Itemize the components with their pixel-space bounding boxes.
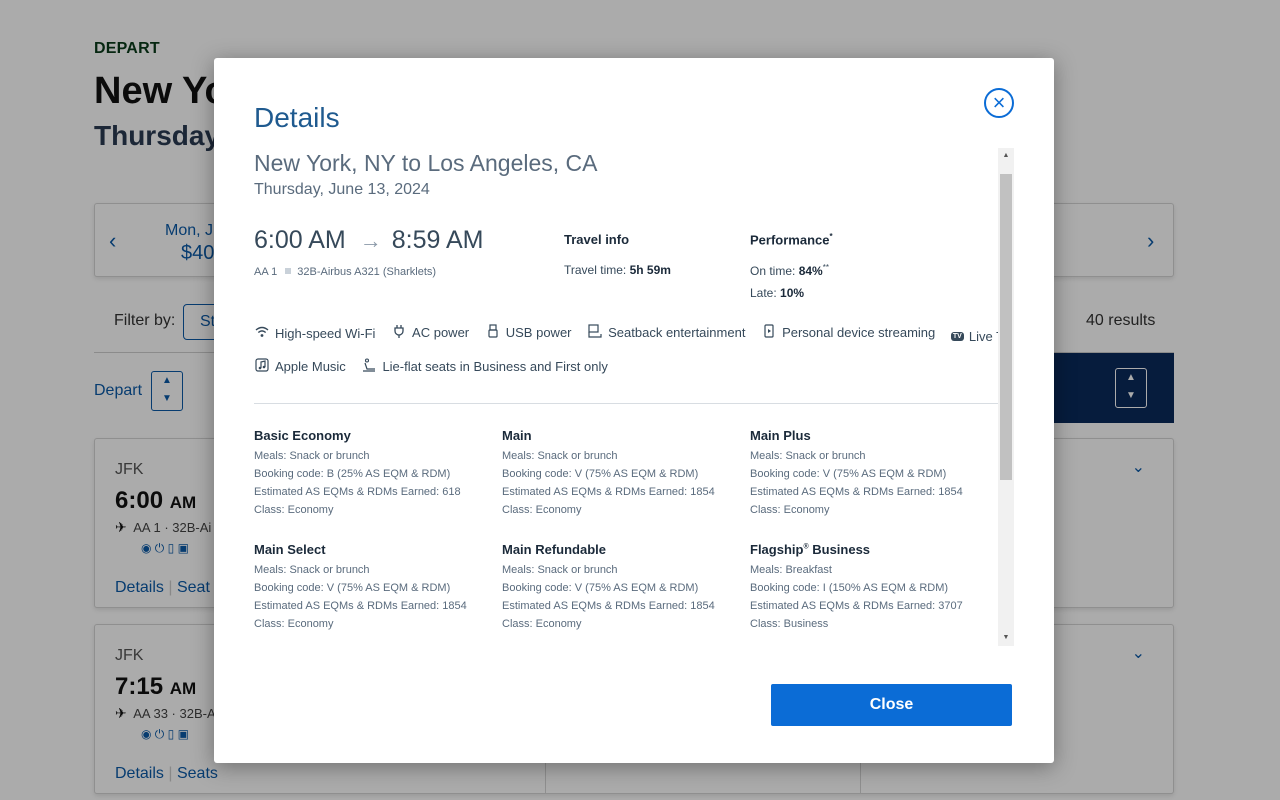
fare-class: Class: Economy bbox=[254, 618, 334, 630]
modal-title: Details bbox=[254, 102, 340, 133]
fare-booking-code: Booking code: I (150% AS EQM & RDM) bbox=[750, 582, 949, 594]
flight-meta: AA 1 32B-Airbus A321 (Sharklets) bbox=[254, 266, 436, 278]
scroll-up-arrow-icon[interactable]: ▲ bbox=[998, 148, 1014, 164]
scroll-down-arrow-icon[interactable]: ▼ bbox=[998, 630, 1014, 646]
fare-meals: Meals: Snack or brunch bbox=[750, 450, 866, 462]
fare-name: Main Select bbox=[254, 542, 326, 557]
fare-earned: Estimated AS EQMs & RDMs Earned: 1854 bbox=[254, 600, 467, 612]
fare-name: Main Refundable bbox=[502, 542, 607, 557]
travel-info: Travel info Travel time: 5h 59m bbox=[564, 232, 671, 285]
fare-earned: Estimated AS EQMs & RDMs Earned: 3707 bbox=[750, 600, 963, 612]
fare-earned: Estimated AS EQMs & RDMs Earned: 1854 bbox=[502, 486, 715, 498]
fare-booking-code: Booking code: V (75% AS EQM & RDM) bbox=[254, 582, 451, 594]
usb-power-icon bbox=[485, 324, 501, 341]
fare-booking-code: Booking code: V (75% AS EQM & RDM) bbox=[502, 582, 699, 594]
seatback-entertainment-icon bbox=[587, 324, 603, 341]
fare-class: Class: Economy bbox=[750, 504, 830, 516]
amenity-wifi: High-speed Wi-Fi bbox=[254, 326, 375, 341]
ac-power-icon bbox=[391, 324, 407, 341]
arrow-right-icon: → bbox=[359, 228, 382, 253]
fare-name: Main Plus bbox=[750, 428, 811, 443]
performance-heading: Performance* bbox=[750, 232, 833, 248]
fare-class: Class: Economy bbox=[502, 618, 582, 630]
close-button[interactable]: Close bbox=[771, 684, 1012, 726]
fare-meals: Meals: Snack or brunch bbox=[254, 564, 370, 576]
fare-meals: Meals: Snack or brunch bbox=[502, 564, 618, 576]
amenity-usb-power: USB power bbox=[485, 324, 572, 341]
fare-meals: Meals: Snack or brunch bbox=[502, 450, 618, 462]
travel-time: Travel time: 5h 59m bbox=[564, 263, 671, 277]
fare-main-select: Main Select Meals: Snack or brunch Booki… bbox=[254, 542, 494, 633]
scrollbar[interactable]: ▲ ▼ bbox=[998, 148, 1014, 646]
wifi-icon bbox=[254, 326, 270, 341]
fare-class: Class: Economy bbox=[502, 504, 582, 516]
fare-booking-code: Booking code: V (75% AS EQM & RDM) bbox=[502, 468, 699, 480]
amenities-row: Apple Music Lie-flat seats in Business a… bbox=[254, 358, 998, 375]
fare-meals: Meals: Snack or brunch bbox=[254, 450, 370, 462]
fare-main-refundable: Main Refundable Meals: Snack or brunch B… bbox=[502, 542, 742, 633]
fare-class: Class: Business bbox=[750, 618, 829, 630]
scrollbar-thumb[interactable] bbox=[1000, 174, 1012, 480]
fare-name: Basic Economy bbox=[254, 428, 351, 443]
travel-info-heading: Travel info bbox=[564, 232, 630, 247]
separator-square bbox=[285, 268, 292, 274]
amenity-ac-power: AC power bbox=[391, 324, 469, 341]
trip-route: New York, NY to Los Angeles, CA bbox=[254, 150, 598, 176]
amenity-lie-flat: Lie-flat seats in Business and First onl… bbox=[361, 358, 608, 375]
late-stat: Late: 10% bbox=[750, 286, 805, 301]
fare-earned: Estimated AS EQMs & RDMs Earned: 618 bbox=[254, 486, 461, 498]
details-modal: Details × New York, NY to Los Angeles, C… bbox=[214, 58, 1054, 763]
departure-time: 6:00 AM bbox=[254, 226, 346, 254]
flight-times: 6:00 AM → 8:59 AM bbox=[254, 226, 483, 255]
apple-music-icon bbox=[254, 358, 270, 375]
fare-booking-code: Booking code: V (75% AS EQM & RDM) bbox=[750, 468, 947, 480]
amenity-streaming: Personal device streaming bbox=[761, 324, 935, 341]
fare-meals: Meals: Breakfast bbox=[750, 564, 832, 576]
fare-booking-code: Booking code: B (25% AS EQM & RDM) bbox=[254, 468, 451, 480]
aircraft-type: 32B-Airbus A321 (Sharklets) bbox=[297, 266, 437, 278]
amenity-seatback: Seatback entertainment bbox=[587, 324, 745, 341]
fare-name: Flagship® Business bbox=[750, 542, 871, 557]
section-divider bbox=[254, 403, 998, 404]
device-streaming-icon bbox=[761, 324, 777, 341]
fare-earned: Estimated AS EQMs & RDMs Earned: 1854 bbox=[750, 486, 963, 498]
on-time-stat: On time: 84%** bbox=[750, 263, 829, 279]
fare-basic-economy: Basic Economy Meals: Snack or brunch Boo… bbox=[254, 428, 494, 519]
fare-flagship-business: Flagship® Business Meals: Breakfast Book… bbox=[750, 542, 990, 633]
fare-class: Class: Economy bbox=[254, 504, 334, 516]
close-icon[interactable]: × bbox=[984, 88, 1014, 118]
performance-info: Performance* On time: 84%** Late: 10% bbox=[750, 232, 833, 308]
trip-date: Thursday, June 13, 2024 bbox=[254, 181, 430, 198]
fare-main: Main Meals: Snack or brunch Booking code… bbox=[502, 428, 742, 519]
flight-number: AA 1 bbox=[254, 266, 278, 278]
fare-earned: Estimated AS EQMs & RDMs Earned: 1854 bbox=[502, 600, 715, 612]
arrival-time: 8:59 AM bbox=[391, 226, 484, 254]
amenity-apple-music: Apple Music bbox=[254, 358, 346, 375]
amenities-row: High-speed Wi-Fi AC power USB power Seat… bbox=[254, 324, 1013, 344]
lie-flat-seat-icon bbox=[361, 358, 377, 375]
details-scroll-area[interactable]: New York, NY to Los Angeles, CA Thursday… bbox=[254, 148, 1014, 648]
live-tv-icon: TV bbox=[950, 332, 964, 341]
fare-main-plus: Main Plus Meals: Snack or brunch Booking… bbox=[750, 428, 990, 519]
fare-name: Main bbox=[502, 428, 532, 443]
